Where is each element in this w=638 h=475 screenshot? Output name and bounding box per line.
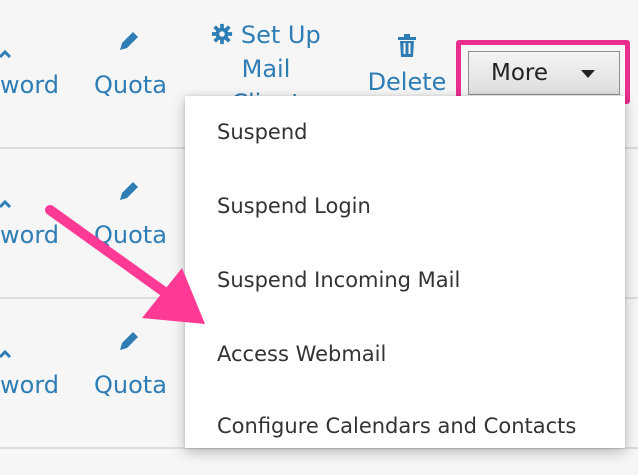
annotation-arrow <box>45 205 205 324</box>
